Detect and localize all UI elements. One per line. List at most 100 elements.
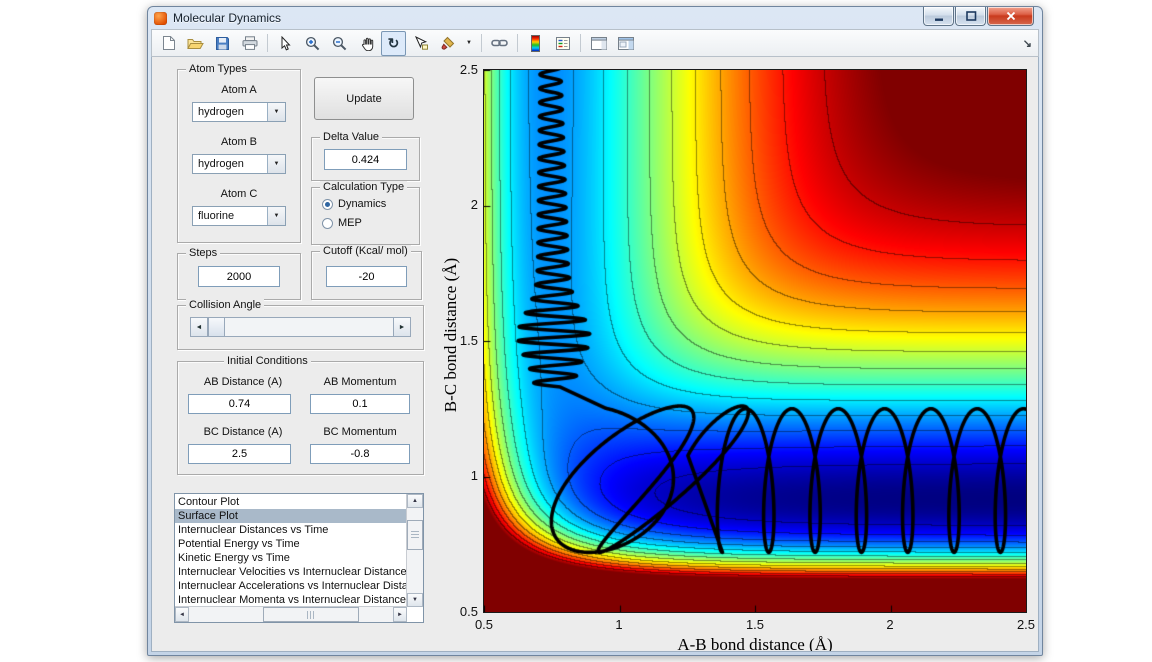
- axes-box: [483, 69, 1027, 613]
- title-bar[interactable]: Molecular Dynamics: [148, 7, 1042, 29]
- ab-distance-input[interactable]: [188, 394, 291, 414]
- collision-angle-slider[interactable]: ◄ ►: [190, 317, 411, 337]
- close-icon: [1006, 11, 1015, 21]
- x-tick-label: 1.5: [745, 617, 765, 632]
- bc-distance-label: BC Distance (A): [203, 426, 283, 438]
- initial-conditions-title: Initial Conditions: [224, 355, 311, 367]
- slider-thumb[interactable]: [208, 318, 225, 336]
- slider-right-arrow[interactable]: ►: [393, 318, 410, 336]
- brush-data-button[interactable]: [435, 31, 460, 56]
- ab-distance-label: AB Distance (A): [203, 376, 283, 388]
- atom-b-value: hydrogen: [198, 158, 244, 170]
- rotate-3d-icon: ↻: [387, 35, 400, 51]
- minimize-button[interactable]: [923, 7, 954, 26]
- link-plot-button[interactable]: [487, 31, 512, 56]
- list-item[interactable]: Internuclear Velocities vs Internuclear …: [175, 565, 407, 579]
- hide-plot-tools-button[interactable]: [586, 31, 611, 56]
- show-plot-tools-icon: [617, 36, 634, 50]
- plot-type-items: Contour Plot Surface Plot Internuclear D…: [175, 494, 407, 607]
- atom-a-value: hydrogen: [198, 106, 244, 118]
- scroll-right-button[interactable]: ►: [393, 607, 407, 622]
- list-item-selected[interactable]: Surface Plot: [175, 509, 407, 523]
- toolbar-separator: [481, 34, 482, 52]
- x-tick-label: 0.5: [474, 617, 494, 632]
- new-figure-button[interactable]: [156, 31, 181, 56]
- colorbar-icon: [531, 34, 540, 52]
- steps-panel: Steps: [177, 247, 301, 300]
- open-folder-icon: [187, 38, 204, 49]
- atom-c-select[interactable]: fluorine ▼: [192, 206, 286, 226]
- atom-c-value: fluorine: [198, 210, 235, 222]
- bc-momentum-label: BC Momentum: [323, 426, 397, 438]
- bc-distance-input[interactable]: [188, 444, 291, 464]
- figure-toolbar: ↻ ▼ ↘: [151, 29, 1039, 57]
- brush-icon: [441, 36, 454, 50]
- cutoff-input[interactable]: [326, 266, 407, 287]
- collision-angle-title: Collision Angle: [186, 299, 265, 311]
- collision-angle-panel: Collision Angle ◄ ►: [177, 299, 424, 350]
- update-button[interactable]: Update: [314, 77, 414, 120]
- y-tick-label: 2: [470, 197, 478, 212]
- delta-value-input[interactable]: [324, 149, 407, 170]
- maximize-icon: [965, 11, 976, 21]
- show-plot-tools-button[interactable]: [613, 31, 638, 56]
- zoom-in-button[interactable]: [300, 31, 325, 56]
- pan-button[interactable]: [354, 31, 379, 56]
- print-figure-button[interactable]: [237, 31, 262, 56]
- horizontal-scroll-thumb[interactable]: [263, 607, 359, 622]
- brush-dropdown-button[interactable]: ▼: [462, 31, 476, 56]
- mep-radio[interactable]: MEP: [322, 217, 362, 229]
- edit-plot-button[interactable]: [273, 31, 298, 56]
- list-item[interactable]: Internuclear Distances vs Time: [175, 523, 407, 537]
- minimize-icon: [934, 18, 943, 21]
- insert-legend-button[interactable]: [550, 31, 575, 56]
- toolbar-separator: [580, 34, 581, 52]
- x-axis-label: A-B bond distance (Å): [677, 635, 833, 652]
- app-window: Molecular Dynamics ↻ ▼ ↘ Atom Types Atom…: [147, 6, 1043, 656]
- data-cursor-button[interactable]: [408, 31, 433, 56]
- slider-left-arrow[interactable]: ◄: [191, 318, 208, 336]
- save-figure-button[interactable]: [210, 31, 235, 56]
- list-item[interactable]: Internuclear Accelerations vs Internucle…: [175, 579, 407, 593]
- atom-a-label: Atom A: [221, 84, 257, 96]
- list-item[interactable]: Potential Energy vs Time: [175, 537, 407, 551]
- atom-types-panel: Atom Types Atom A hydrogen ▼ Atom B hydr…: [177, 63, 301, 243]
- dock-figure-button[interactable]: ↘: [1023, 37, 1034, 50]
- dynamics-radio-label: Dynamics: [338, 198, 387, 210]
- insert-colorbar-button[interactable]: [523, 31, 548, 56]
- delta-value-panel: Delta Value: [311, 131, 420, 181]
- atom-c-label: Atom C: [220, 188, 258, 200]
- chevron-down-icon: ▼: [267, 155, 285, 173]
- toolbar-separator: [267, 34, 268, 52]
- vertical-scroll-thumb[interactable]: [407, 520, 423, 550]
- scroll-left-button[interactable]: ◄: [175, 607, 189, 622]
- floppy-disk-icon: [216, 36, 229, 50]
- ab-momentum-input[interactable]: [310, 394, 410, 414]
- bc-momentum-input[interactable]: [310, 444, 410, 464]
- atom-a-select[interactable]: hydrogen ▼: [192, 102, 286, 122]
- vertical-scrollbar: ▲ ▼: [406, 494, 423, 607]
- window-title: Molecular Dynamics: [173, 11, 282, 25]
- initial-conditions-panel: Initial Conditions AB Distance (A) AB Mo…: [177, 355, 424, 475]
- scroll-up-button[interactable]: ▲: [407, 494, 423, 508]
- figure-client-area: Atom Types Atom A hydrogen ▼ Atom B hydr…: [151, 57, 1039, 652]
- close-button[interactable]: [987, 7, 1034, 26]
- list-item[interactable]: Internuclear Momenta vs Internuclear Dis…: [175, 593, 407, 607]
- zoom-out-button[interactable]: [327, 31, 352, 56]
- maximize-button[interactable]: [955, 7, 986, 26]
- rotate-3d-button[interactable]: ↻: [381, 30, 406, 56]
- atom-b-select[interactable]: hydrogen ▼: [192, 154, 286, 174]
- open-file-button[interactable]: [183, 31, 208, 56]
- x-tick-label: 1: [615, 617, 623, 632]
- cursor-arrow-icon: [281, 35, 291, 50]
- zoom-in-icon: [305, 36, 320, 50]
- delta-value-title: Delta Value: [320, 131, 383, 143]
- atom-types-title: Atom Types: [186, 63, 250, 75]
- list-item[interactable]: Kinetic Energy vs Time: [175, 551, 407, 565]
- steps-input[interactable]: [198, 266, 280, 287]
- y-tick-label: 2.5: [459, 62, 478, 77]
- pes-contour-canvas[interactable]: [484, 70, 1026, 612]
- dynamics-radio[interactable]: Dynamics: [322, 198, 386, 210]
- list-item[interactable]: Contour Plot: [175, 495, 407, 509]
- scroll-down-button[interactable]: ▼: [407, 593, 423, 607]
